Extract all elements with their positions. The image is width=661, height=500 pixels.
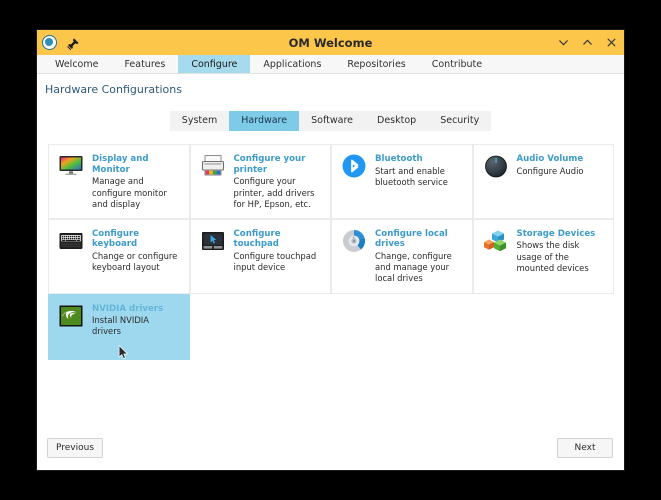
card-bluetooth[interactable]: Bluetooth Start and enable bluetooth ser… — [331, 144, 473, 219]
card-description: Change or configure keyboard layout — [92, 251, 178, 273]
card-title: Bluetooth — [375, 154, 423, 164]
card-title: Configure local drives — [375, 228, 448, 250]
card-display-and-monitor[interactable]: Display and Monitor Manage and configure… — [48, 144, 190, 219]
card-text: Audio Volume Configure Audio — [517, 153, 584, 177]
nvidia-icon — [58, 303, 84, 329]
card-text: Configure your printer Configure your pr… — [234, 153, 323, 210]
storage-blocks-icon — [483, 228, 509, 254]
disk-icon — [341, 228, 367, 254]
card-storage-devices[interactable]: Storage Devices Shows the disk usage of … — [472, 218, 614, 294]
card-text: Display and Monitor Manage and configure… — [92, 153, 181, 210]
card-configure-local-drives[interactable]: Configure local drives Change, configure… — [331, 218, 473, 294]
card-title: Configure touchpad — [233, 228, 281, 250]
card-grid: Display and Monitor Manage and configure… — [48, 144, 614, 360]
subtab-hardware[interactable]: Hardware — [229, 111, 300, 131]
card-text: Storage Devices Shows the disk usage of … — [517, 228, 606, 274]
tab-features[interactable]: Features — [111, 55, 178, 73]
subtab-security[interactable]: Security — [428, 111, 492, 131]
card-text: Configure local drives Change, configure… — [375, 228, 464, 285]
card-description: Manage and configure monitor and display — [92, 176, 167, 209]
tab-contribute[interactable]: Contribute — [419, 55, 495, 73]
card-text: NVIDIA drivers Install NVIDIA drivers — [92, 303, 181, 338]
bluetooth-icon — [341, 153, 367, 179]
tab-repositories[interactable]: Repositories — [334, 55, 418, 73]
card-title: Storage Devices — [516, 228, 596, 239]
close-icon[interactable] — [604, 36, 618, 50]
card-audio-volume[interactable]: Audio Volume Configure Audio — [472, 144, 614, 219]
card-title: Configure keyboard — [92, 228, 140, 250]
om-logo-icon — [42, 35, 57, 50]
card-text: Bluetooth Start and enable bluetooth ser… — [375, 153, 464, 188]
window-controls — [556, 36, 618, 50]
window-title: OM Welcome — [288, 35, 373, 50]
sub-tab-bar: System Hardware Software Desktop Securit… — [37, 111, 624, 131]
subtab-desktop[interactable]: Desktop — [365, 111, 429, 131]
title-bar: OM Welcome — [37, 30, 624, 55]
application-window: OM Welcome Welcome Features Configure Ap… — [36, 29, 625, 471]
tab-applications[interactable]: Applications — [250, 55, 334, 73]
keyboard-icon — [58, 228, 84, 254]
mouse-cursor-icon — [118, 344, 129, 360]
main-tab-bar: Welcome Features Configure Applications … — [37, 55, 624, 74]
touchpad-icon — [200, 228, 226, 254]
title-bar-left — [42, 35, 80, 50]
card-title: Configure your printer — [233, 154, 306, 175]
tab-configure[interactable]: Configure — [178, 55, 251, 73]
card-description: Change, configure and manage your local … — [375, 251, 452, 284]
card-description: Configure touchpad input device — [233, 251, 317, 273]
chevron-down-icon[interactable] — [556, 36, 570, 50]
previous-button[interactable]: Previous — [47, 438, 103, 458]
wizard-footer: Previous Next — [37, 434, 624, 470]
content-area: Hardware Configurations System Hardware … — [37, 74, 624, 470]
card-description: Configure Audio — [516, 165, 584, 176]
chevron-up-icon[interactable] — [580, 36, 594, 50]
card-description: Start and enable bluetooth service — [375, 165, 448, 187]
monitor-icon — [58, 153, 84, 179]
card-nvidia-drivers[interactable]: NVIDIA drivers Install NVIDIA drivers — [48, 293, 190, 360]
card-description: Install NVIDIA drivers — [92, 315, 149, 337]
card-configure-keyboard[interactable]: Configure keyboard Change or configure k… — [48, 218, 190, 294]
card-configure-your-printer[interactable]: Configure your printer Configure your pr… — [189, 144, 331, 219]
page-title: Hardware Configurations — [45, 83, 182, 96]
card-configure-touchpad[interactable]: Configure touchpad Configure touchpad in… — [189, 218, 331, 294]
card-title: Display and Monitor — [92, 154, 149, 175]
printer-icon — [200, 153, 226, 179]
card-grid-wrapper: Display and Monitor Manage and configure… — [37, 131, 624, 434]
card-text: Configure touchpad Configure touchpad in… — [234, 228, 323, 274]
subtab-system[interactable]: System — [169, 111, 230, 131]
subtab-software[interactable]: Software — [299, 111, 365, 131]
card-title: NVIDIA drivers — [92, 303, 164, 314]
pin-icon[interactable] — [66, 36, 80, 50]
card-title: Audio Volume — [516, 154, 584, 164]
card-description: Shows the disk usage of the mounted devi… — [516, 240, 589, 273]
card-description: Configure your printer, add drivers for … — [233, 176, 315, 209]
volume-knob-icon — [483, 153, 509, 179]
tab-welcome[interactable]: Welcome — [42, 55, 111, 73]
next-button[interactable]: Next — [557, 438, 613, 458]
card-text: Configure keyboard Change or configure k… — [92, 228, 181, 274]
